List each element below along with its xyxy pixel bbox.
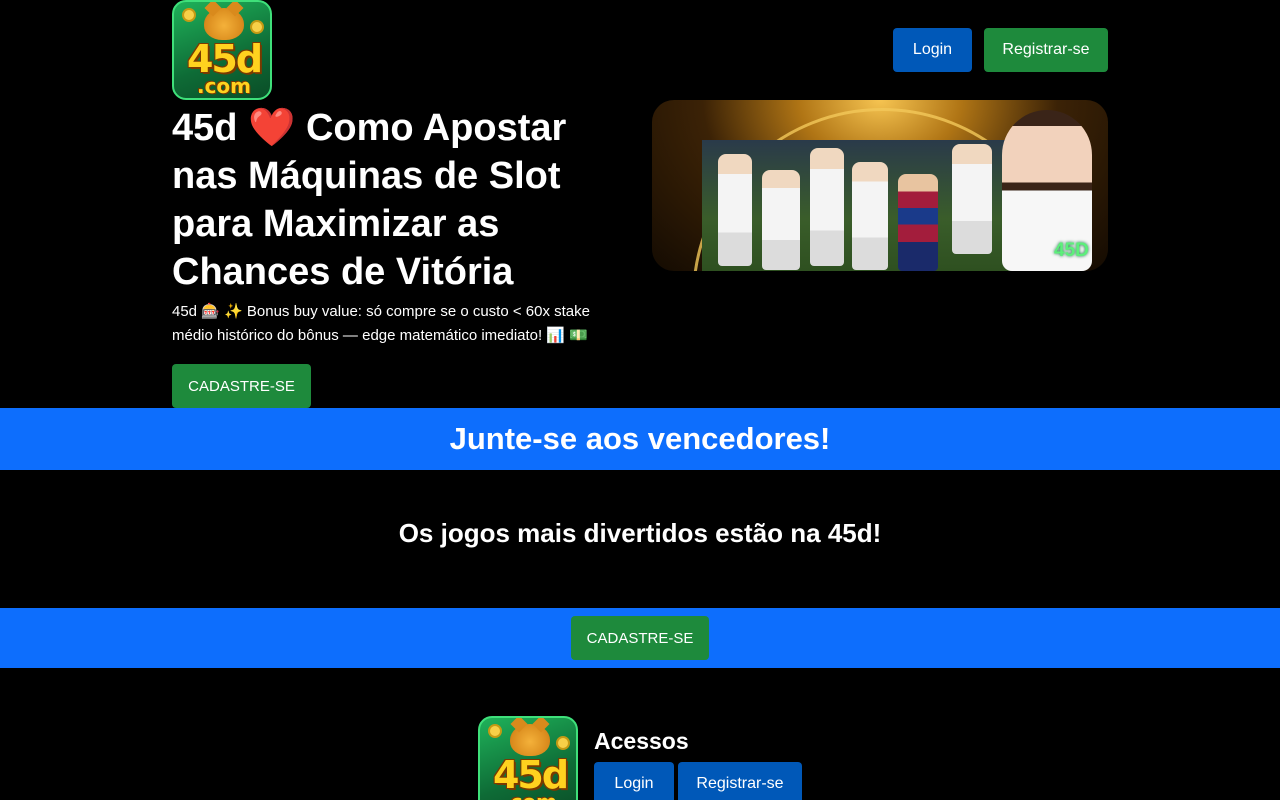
player-figure [898, 174, 938, 271]
signup-cta-bar: CADASTRE-SE [0, 608, 1280, 668]
hero-title: 45d ❤️ Como Apostar nas Máquinas de Slot… [172, 103, 622, 296]
coin-icon [556, 736, 570, 750]
hero-description: 45d 🎰 ✨ Bonus buy value: só compre se o … [172, 303, 590, 344]
player-figure [762, 170, 800, 270]
hero-title-prefix: 45d [172, 107, 238, 149]
join-winners-heading: Junte-se aos vencedores! [449, 421, 831, 456]
player-figure [810, 148, 844, 266]
cta-signup-button[interactable]: CADASTRE-SE [571, 616, 709, 660]
footer-access-heading: Acessos [594, 728, 689, 754]
header-login-button[interactable]: Login [893, 28, 972, 72]
footer-login-button[interactable]: Login [594, 762, 674, 800]
banner-football-scene [702, 140, 1022, 271]
footer-register-button[interactable]: Registrar-se [678, 762, 802, 800]
player-figure [852, 162, 888, 270]
tiger-mascot-icon [204, 8, 244, 40]
player-figure [952, 144, 992, 254]
player-figure [718, 154, 752, 266]
join-winners-bar: Junte-se aos vencedores! [0, 408, 1280, 470]
coin-icon [250, 20, 264, 34]
coin-icon [182, 8, 196, 22]
header-register-button[interactable]: Registrar-se [984, 28, 1108, 72]
tiger-mascot-icon [510, 724, 550, 756]
coin-icon [488, 724, 502, 738]
site-header: 45d .com Login Registrar-se [172, 0, 1108, 100]
site-logo[interactable]: 45d .com [172, 0, 272, 100]
logo-text-sub: .com [196, 74, 252, 98]
games-heading: Os jogos mais divertidos estão na 45d! [398, 518, 882, 548]
hero-banner-image[interactable]: 45D [652, 100, 1108, 271]
hero-signup-button[interactable]: CADASTRE-SE [172, 364, 311, 408]
logo-text-main: 45d [186, 37, 263, 81]
logo-text-sub: .com [484, 792, 576, 800]
logo-text-main: 45d [492, 753, 569, 797]
heart-icon: ❤️ [248, 105, 296, 149]
footer-logo[interactable]: 45d .com [478, 716, 578, 800]
banner-brand-tag: 45D [1054, 240, 1089, 261]
